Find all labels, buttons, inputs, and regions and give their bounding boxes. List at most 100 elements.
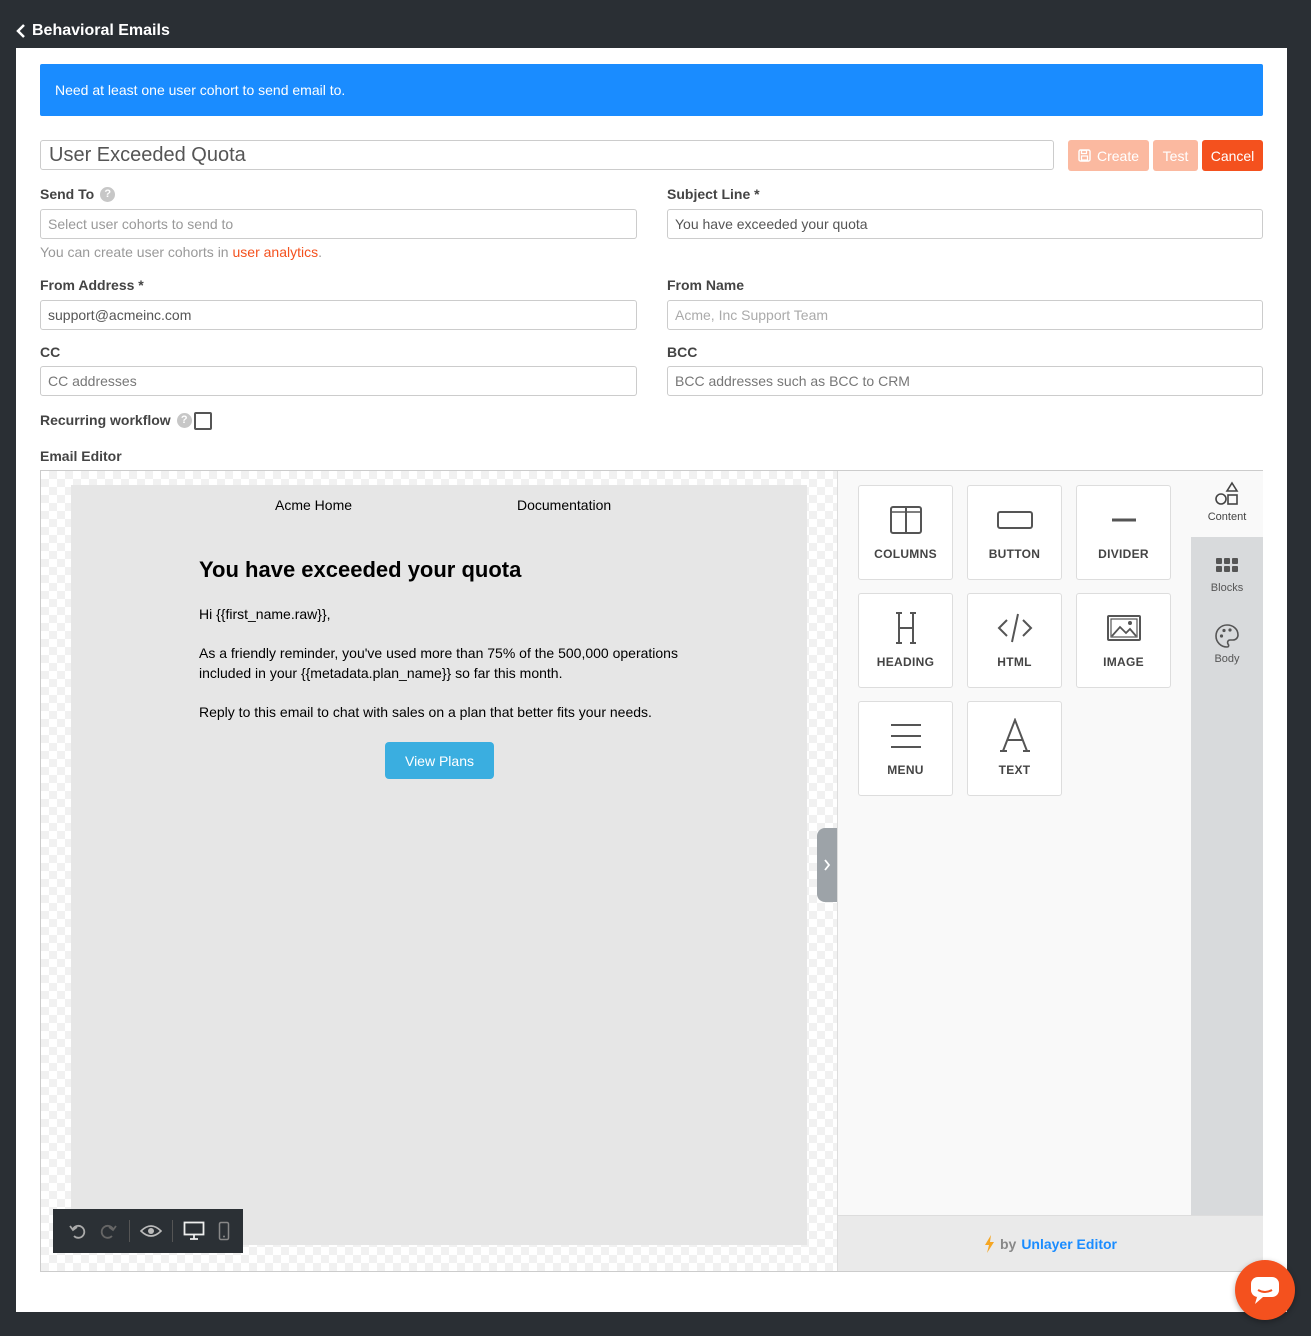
collapse-panel-tab[interactable] [817, 828, 837, 902]
send-to-input[interactable]: Select user cohorts to send to [40, 209, 637, 239]
test-button[interactable]: Test [1153, 140, 1198, 171]
email-editor-label-text: Email Editor [40, 448, 122, 464]
bcc-label-text: BCC [667, 344, 698, 360]
tool-text[interactable]: TEXT [967, 701, 1062, 796]
email-paragraph-1: As a friendly reminder, you've used more… [199, 645, 678, 681]
unlayer-footer: by Unlayer Editor [838, 1215, 1263, 1271]
bcc-label: BCC [667, 344, 697, 360]
chevron-right-icon [824, 859, 831, 871]
columns-icon [889, 506, 922, 534]
tool-heading[interactable]: HEADING [858, 593, 953, 688]
tool-divider[interactable]: DIVIDER [1076, 485, 1171, 580]
mobile-view-button[interactable] [209, 1216, 239, 1246]
toolbar-divider [172, 1220, 173, 1242]
shapes-icon [1215, 481, 1239, 505]
footer-by: by [999, 1235, 1017, 1252]
image-icon [1106, 615, 1141, 641]
tab-content-label: Content [1207, 511, 1247, 523]
email-title-input[interactable]: User Exceeded Quota [40, 140, 1054, 170]
cc-placeholder: CC addresses [48, 373, 137, 389]
cancel-button[interactable]: Cancel [1202, 140, 1263, 171]
from-address-label: From Address * [40, 277, 144, 293]
tool-html[interactable]: HTML [967, 593, 1062, 688]
subject-line-label: Subject Line * [667, 186, 760, 202]
redo-button[interactable] [93, 1216, 123, 1246]
chat-widget-button[interactable] [1235, 1260, 1295, 1320]
user-analytics-link[interactable]: user analytics [233, 244, 319, 260]
alert-banner: Need at least one user cohort to send em… [40, 64, 1263, 116]
tool-columns[interactable]: COLUMNS [858, 485, 953, 580]
tool-divider-label: DIVIDER [1098, 547, 1149, 561]
button-icon [996, 511, 1033, 529]
cc-input[interactable]: CC addresses [40, 366, 637, 396]
menu-icon [890, 724, 921, 748]
cc-label: CC [40, 344, 60, 360]
tool-button[interactable]: BUTTON [967, 485, 1062, 580]
cc-label-text: CC [40, 344, 61, 360]
tool-html-label: HTML [997, 655, 1032, 669]
tool-button-label: BUTTON [988, 547, 1041, 561]
bolt-icon [984, 1234, 994, 1253]
bcc-placeholder: BCC addresses such as BCC to CRM [675, 373, 910, 389]
email-nav-acme-home[interactable]: Acme Home [275, 497, 352, 513]
tool-columns-label: COLUMNS [874, 547, 937, 561]
tool-text-label: TEXT [998, 763, 1031, 777]
send-to-label: Send To ? [40, 186, 116, 202]
chevron-left-icon [16, 24, 25, 38]
email-preview[interactable]: Acme Home Documentation You have exceede… [71, 485, 807, 1245]
tool-image[interactable]: IMAGE [1076, 593, 1171, 688]
preview-button[interactable] [136, 1216, 166, 1246]
recurring-workflow-checkbox[interactable] [194, 412, 212, 430]
tool-menu[interactable]: MENU [858, 701, 953, 796]
tool-menu-label: MENU [887, 763, 924, 777]
from-address-value: support@acmeinc.com [48, 307, 192, 323]
redo-icon [100, 1224, 117, 1239]
heading-icon [895, 612, 916, 644]
test-button-label: Test [1162, 147, 1189, 164]
mobile-icon [218, 1221, 230, 1241]
cancel-button-label: Cancel [1210, 147, 1255, 164]
from-name-placeholder: Acme, Inc Support Team [675, 307, 829, 323]
create-button-label: Create [1096, 147, 1140, 164]
undo-button[interactable] [63, 1216, 93, 1246]
main-card: Need at least one user cohort to send em… [16, 48, 1287, 1312]
save-icon [1078, 149, 1091, 162]
email-title-value: User Exceeded Quota [49, 143, 246, 166]
tab-body[interactable]: Body [1191, 613, 1263, 679]
from-address-label-text: From Address * [40, 277, 144, 293]
view-plans-button[interactable]: View Plans [385, 742, 494, 779]
email-editor-label: Email Editor [40, 448, 122, 464]
undo-icon [69, 1224, 86, 1239]
unlayer-editor-link[interactable]: Unlayer Editor [1021, 1236, 1117, 1252]
divider-icon [1111, 518, 1136, 522]
send-to-hint: You can create user cohorts in user anal… [40, 244, 322, 260]
back-link-label: Behavioral Emails [32, 22, 170, 39]
tab-content[interactable]: Content [1191, 471, 1263, 537]
desktop-view-button[interactable] [179, 1216, 209, 1246]
from-name-input[interactable]: Acme, Inc Support Team [667, 300, 1263, 330]
recurring-workflow-label-text: Recurring workflow [40, 412, 171, 428]
desktop-icon [183, 1221, 205, 1240]
help-icon[interactable]: ? [176, 412, 192, 428]
tab-blocks-label: Blocks [1210, 582, 1244, 594]
create-button[interactable]: Create [1068, 140, 1149, 171]
palette-icon [1215, 624, 1239, 648]
tool-image-label: IMAGE [1103, 655, 1144, 669]
subject-line-input[interactable]: You have exceeded your quota [667, 209, 1263, 239]
send-to-label-text: Send To [40, 186, 95, 202]
text-icon [999, 718, 1030, 752]
tools-panel: COLUMNS BUTTON DIVIDER HEADING HTML IMAG… [837, 471, 1263, 1271]
back-link-behavioral-emails[interactable]: Behavioral Emails [16, 20, 170, 42]
tab-blocks[interactable]: Blocks [1191, 542, 1263, 608]
email-nav-documentation[interactable]: Documentation [517, 497, 611, 513]
email-paragraph-2: Reply to this email to chat with sales o… [199, 704, 652, 720]
editor-side-tabs: Content Blocks Body [1191, 471, 1263, 1215]
editor-canvas[interactable]: Acme Home Documentation You have exceede… [41, 471, 837, 1271]
from-address-input[interactable]: support@acmeinc.com [40, 300, 637, 330]
toolbar-divider [129, 1220, 130, 1242]
editor-toolbar [53, 1209, 243, 1253]
chat-icon [1251, 1277, 1279, 1304]
help-icon[interactable]: ? [100, 186, 116, 202]
send-to-hint-prefix: You can create user cohorts in [40, 244, 233, 260]
bcc-input[interactable]: BCC addresses such as BCC to CRM [667, 366, 1263, 396]
